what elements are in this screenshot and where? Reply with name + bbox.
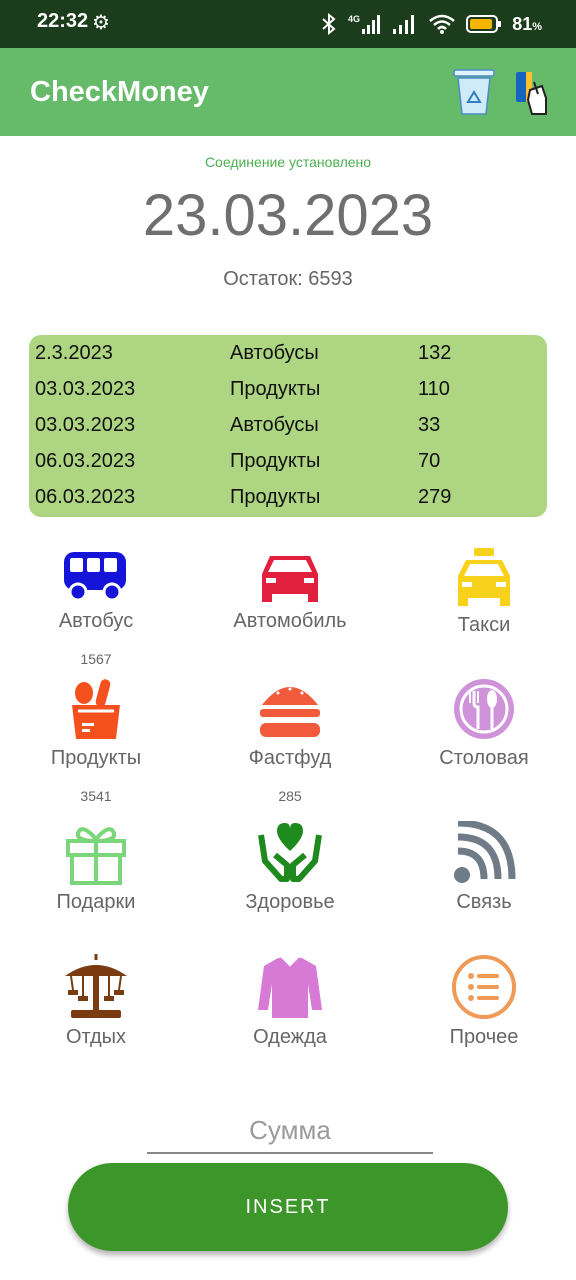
category-label: Связь <box>456 891 512 913</box>
category-label: Автобус <box>58 610 134 632</box>
row-amount: 279 <box>418 486 452 508</box>
dining-icon <box>454 679 514 739</box>
card-payment-icon[interactable] <box>512 68 556 116</box>
bluetooth-icon <box>322 13 336 35</box>
table-row[interactable]: 06.03.2023 Продукты 70 <box>29 443 547 479</box>
recycle-bin-icon[interactable] <box>452 68 496 116</box>
row-date: 06.03.2023 <box>35 486 136 508</box>
status-bar: 22:32 ⚙ 4G 81% <box>0 0 576 48</box>
app-bar: CheckMoney <box>0 48 576 136</box>
row-amount: 70 <box>418 450 441 472</box>
network-type-label: 4G <box>348 14 360 24</box>
row-date: 2.3.2023 <box>35 342 113 364</box>
sum-input[interactable] <box>147 1108 433 1154</box>
category-health[interactable]: Здоровье <box>194 821 386 914</box>
transactions-table: 2.3.2023 Автобусы 132 03.03.2023 Продукт… <box>29 335 547 517</box>
row-amount: 132 <box>418 342 452 364</box>
category-label: Такси <box>457 614 511 636</box>
row-amount: 33 <box>418 414 441 436</box>
category-label: Автомобиль <box>233 610 347 632</box>
connection-status: Соединение установлено <box>204 154 372 170</box>
category-label: Прочее <box>449 1026 519 1048</box>
list-icon <box>452 955 516 1019</box>
current-date: 23.03.2023 <box>142 183 434 248</box>
category-fastfood[interactable]: Фастфуд <box>194 677 386 770</box>
balance-text: Остаток: 6593 <box>223 268 353 290</box>
car-icon <box>262 556 318 602</box>
category-label: Продукты <box>50 747 142 769</box>
category-groceries[interactable]: Продукты <box>0 677 192 770</box>
category-communication[interactable]: Связь <box>388 821 576 914</box>
category-car[interactable]: Автомобиль <box>194 548 386 633</box>
table-row[interactable]: 03.03.2023 Продукты 110 <box>29 371 547 407</box>
app-title: CheckMoney <box>30 76 209 108</box>
table-row[interactable]: 03.03.2023 Автобусы 33 <box>29 407 547 443</box>
category-label: Столовая <box>439 747 529 769</box>
taxi-icon <box>458 548 510 606</box>
category-bus[interactable]: Автобус <box>0 548 192 633</box>
row-category: Автобусы <box>230 342 319 364</box>
groceries-icon <box>72 679 120 739</box>
category-dining[interactable]: Столовая <box>388 677 576 770</box>
row-category: Продукты <box>230 486 321 508</box>
category-label: Фастфуд <box>248 747 332 769</box>
insert-button[interactable]: INSERT <box>68 1163 508 1251</box>
row-date: 03.03.2023 <box>35 414 136 436</box>
bus-icon <box>64 552 126 602</box>
category-leisure[interactable]: Отдых <box>0 954 192 1049</box>
category-gifts[interactable]: Подарки <box>0 821 192 914</box>
category-other[interactable]: Прочее <box>388 954 576 1049</box>
row-amount: 110 <box>418 378 450 400</box>
mobile-signal-icon: 4G <box>348 14 381 34</box>
mobile-signal-2-icon <box>393 15 415 34</box>
settings-gear-icon: ⚙ <box>92 12 110 34</box>
category-amount: 3541 <box>80 788 112 804</box>
status-icons: 4G 81% <box>320 13 542 35</box>
table-row[interactable]: 06.03.2023 Продукты 279 <box>29 479 547 515</box>
category-label: Здоровье <box>245 891 335 913</box>
category-amount: 285 <box>278 788 302 804</box>
category-label: Подарки <box>56 891 136 913</box>
health-icon <box>258 823 322 882</box>
gift-icon <box>66 827 126 885</box>
category-label: Одежда <box>253 1026 327 1048</box>
battery-icon <box>466 15 502 33</box>
row-date: 06.03.2023 <box>35 450 136 472</box>
row-category: Продукты <box>230 450 321 472</box>
row-date: 03.03.2023 <box>35 378 136 400</box>
carousel-icon <box>65 954 127 1018</box>
category-amount: 1567 <box>80 651 112 667</box>
shirt-icon <box>258 957 322 1018</box>
category-clothing[interactable]: Одежда <box>194 954 386 1049</box>
category-taxi[interactable]: Такси <box>388 548 576 637</box>
wifi-icon <box>429 14 455 34</box>
row-category: Продукты <box>230 378 321 400</box>
category-label: Отдых <box>65 1026 127 1048</box>
signal-icon <box>454 821 516 883</box>
status-time: 22:32 <box>37 10 89 32</box>
burger-icon <box>260 687 320 737</box>
table-row[interactable]: 2.3.2023 Автобусы 132 <box>29 335 547 371</box>
row-category: Автобусы <box>230 414 319 436</box>
battery-level: 81% <box>512 13 542 34</box>
